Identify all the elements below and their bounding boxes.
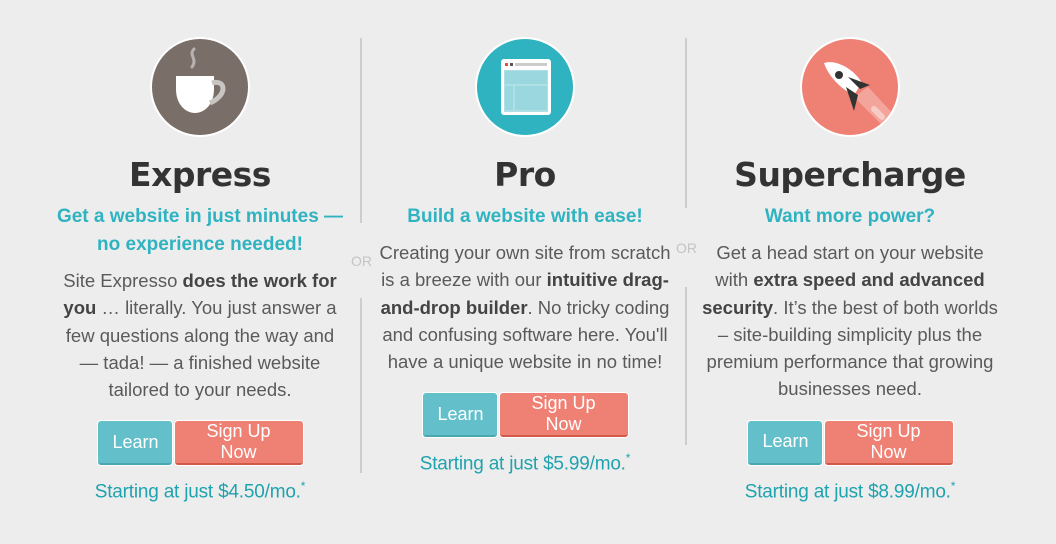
button-row: Learn Sign Up Now	[365, 393, 685, 438]
plan-title: Express	[129, 155, 271, 194]
plan-description: Site Expresso does the work for you … li…	[40, 267, 360, 403]
plan-tagline: Get a website in just minutes — no exper…	[40, 203, 360, 259]
divider-2-top	[685, 38, 687, 208]
plan-tagline: Want more power?	[690, 203, 1010, 231]
price-text: Starting at just $8.99/mo.*	[690, 479, 1010, 503]
button-row: Learn Sign Up Now	[40, 421, 360, 466]
plan-description: Get a head start on your website with ex…	[690, 239, 1010, 403]
plan-title: Supercharge	[734, 155, 966, 194]
desc-text: Site Expresso	[63, 270, 183, 291]
learn-button[interactable]: Learn	[422, 393, 497, 438]
learn-button[interactable]: Learn	[97, 421, 172, 466]
price-footnote-mark: *	[950, 478, 956, 493]
tagline-line-1: Build a website with ease!	[407, 206, 643, 227]
tagline-line-1: Want more power?	[764, 206, 936, 227]
price-text: Starting at just $4.50/mo.*	[40, 479, 360, 503]
plan-title: Pro	[494, 155, 556, 194]
website-builder-icon	[475, 37, 575, 137]
rocket-icon	[800, 37, 900, 137]
divider-1-top	[360, 38, 362, 223]
price-value: Starting at just $4.50/mo.	[94, 481, 301, 503]
sign-up-button[interactable]: Sign Up Now	[174, 421, 303, 466]
price-text: Starting at just $5.99/mo.*	[365, 451, 685, 475]
sign-up-button[interactable]: Sign Up Now	[824, 420, 953, 465]
plan-supercharge: Supercharge Want more power? Get a head …	[690, 0, 1010, 503]
tagline-line-1: Get a website in just minutes —	[56, 206, 344, 227]
price-footnote-mark: *	[625, 451, 631, 466]
button-row: Learn Sign Up Now	[690, 420, 1010, 465]
plan-express: Express Get a website in just minutes — …	[40, 0, 360, 504]
learn-button[interactable]: Learn	[747, 420, 822, 465]
coffee-cup-icon	[150, 37, 250, 137]
price-footnote-mark: *	[300, 479, 306, 494]
divider-1-bottom	[360, 298, 362, 473]
plan-description: Creating your own site from scratch is a…	[365, 239, 685, 375]
plan-pro: Pro Build a website with ease! Creating …	[365, 0, 685, 476]
price-value: Starting at just $5.99/mo.	[419, 453, 626, 475]
desc-text: … literally. You just answer a few quest…	[65, 297, 337, 401]
tagline-line-2: no experience needed!	[97, 234, 303, 255]
divider-2-bottom	[685, 287, 687, 445]
sign-up-button[interactable]: Sign Up Now	[499, 393, 628, 438]
price-value: Starting at just $8.99/mo.	[744, 481, 951, 503]
plan-tagline: Build a website with ease!	[365, 203, 685, 231]
